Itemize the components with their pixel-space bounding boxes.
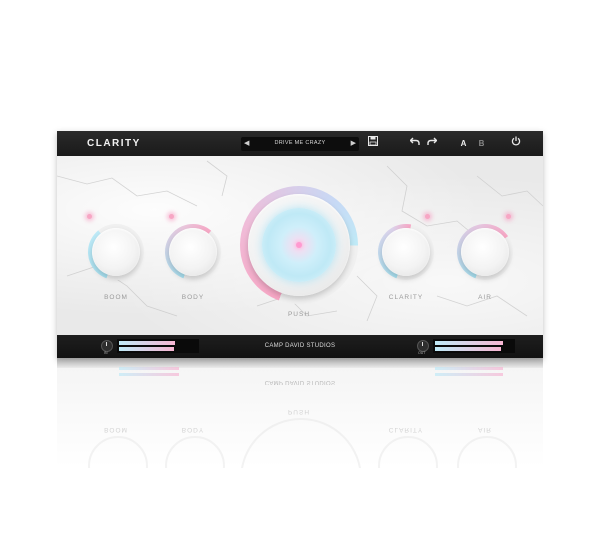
next-preset-icon[interactable]: ▶ <box>351 140 356 148</box>
header-bar: CLARITY ◀ DRIVE ME CRAZY ▶ A B <box>57 131 543 157</box>
save-icon[interactable] <box>366 136 380 150</box>
reflection-boom-ring <box>88 436 148 468</box>
preset-selector[interactable]: ◀ DRIVE ME CRAZY ▶ <box>241 137 359 151</box>
reflection-clarity-label: CLARITY <box>388 426 424 433</box>
boom-knob[interactable] <box>92 228 140 276</box>
reflection-brand: CAMP DAVID STUDIOS <box>264 379 336 385</box>
clarity-led <box>425 214 430 219</box>
input-label: IN <box>104 351 108 355</box>
footer-bar: IN CAMP DAVID STUDIOS OUT <box>57 335 543 358</box>
reflection-body-label: BODY <box>181 426 205 433</box>
output-meter-left <box>435 341 503 345</box>
reflection-meter-in-2 <box>119 373 179 376</box>
reflection-air-label: AIR <box>478 426 492 433</box>
reflection-air-ring <box>457 436 517 468</box>
reflection-meter-out-2 <box>435 373 503 376</box>
body-knob[interactable] <box>169 228 217 276</box>
floor-reflection: CAMP DAVID STUDIOS BOOM BODY PUSH CLARIT… <box>57 358 543 468</box>
reflection-push-ring <box>240 418 362 468</box>
clarity-label: CLARITY <box>388 294 424 301</box>
boom-led <box>87 214 92 219</box>
ab-b-button[interactable]: B <box>475 137 488 150</box>
clarity-knob[interactable] <box>382 228 430 276</box>
push-label: PUSH <box>287 311 311 318</box>
air-knob[interactable] <box>461 228 509 276</box>
output-label: OUT <box>418 351 426 355</box>
output-meter-right <box>435 347 501 351</box>
plugin-window: CLARITY ◀ DRIVE ME CRAZY ▶ A B BOOM BODY… <box>57 131 543 358</box>
undo-icon[interactable] <box>408 136 422 150</box>
reflection-body-ring <box>165 436 225 468</box>
air-label: AIR <box>478 294 492 301</box>
marble-panel: BOOM BODY PUSH CLARITY AIR <box>57 156 543 335</box>
body-led <box>169 214 174 219</box>
air-led <box>506 214 511 219</box>
output-meter <box>433 339 515 353</box>
ab-a-button[interactable]: A <box>457 137 470 150</box>
push-indicator <box>296 242 302 248</box>
body-label: BODY <box>181 294 205 301</box>
preset-name[interactable]: DRIVE ME CRAZY <box>241 140 359 146</box>
redo-icon[interactable] <box>425 136 439 150</box>
power-icon[interactable] <box>509 136 523 150</box>
plugin-title: CLARITY <box>87 138 141 149</box>
reflection-push-label: PUSH <box>287 408 311 415</box>
reflection-meter-out <box>435 367 503 370</box>
boom-label: BOOM <box>104 294 128 301</box>
reflection-boom-label: BOOM <box>104 426 128 433</box>
reflection-meter-in <box>119 367 179 370</box>
reflection-clarity-ring <box>378 436 438 468</box>
